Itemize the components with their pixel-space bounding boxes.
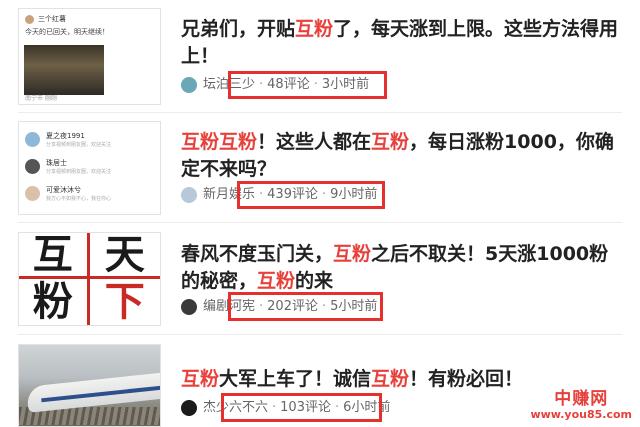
author-avatar[interactable] (181, 400, 197, 416)
watermark-url: www.you85.com (530, 408, 632, 421)
watermark-logo-text: 中赚网 (554, 389, 609, 409)
highlight-box (221, 393, 382, 422)
title-keyword: 互粉 (371, 368, 410, 390)
news-feed: 三个红薯 今天的已回关，明天继续！ 南宁市 刚刚 兄弟们，开贴互粉了，每天涨到上… (0, 0, 640, 427)
title-text: 大军上车了！诚信 (219, 368, 372, 390)
title-text: ！有粉必回！ (409, 368, 524, 390)
article-thumbnail[interactable] (18, 344, 161, 427)
site-watermark: 中赚网 www.you85.com (530, 390, 632, 421)
article-card[interactable]: 互粉大军上车了！诚信互粉！有粉必回！ 杰少六不六 · 103评论 · 6小时前 (0, 0, 640, 427)
title-keyword: 互粉 (181, 368, 220, 390)
